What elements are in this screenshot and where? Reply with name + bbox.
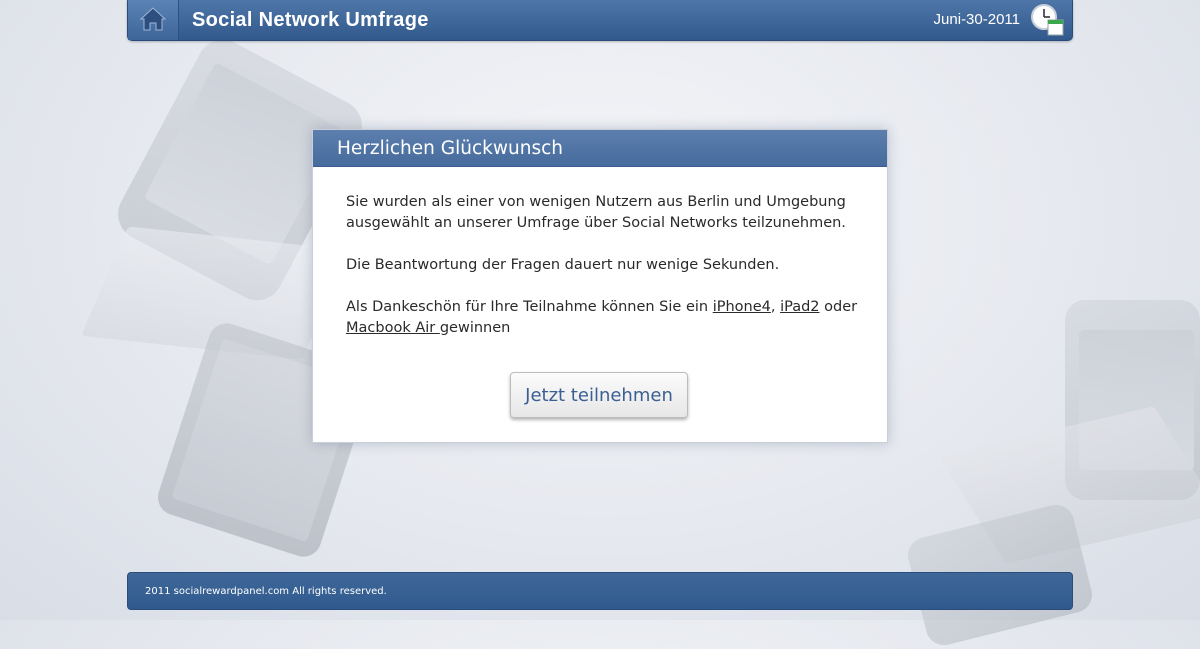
prize-conjunction: oder bbox=[819, 299, 858, 315]
prize-message-prefix: Als Dankeschön für Ihre Teilnahme können… bbox=[346, 299, 713, 315]
clock-calendar-icon bbox=[1031, 4, 1064, 36]
selection-message: Sie wurden als einer von wenigen Nutzern… bbox=[346, 194, 846, 231]
macbook-air-link[interactable]: Macbook Air bbox=[346, 320, 440, 336]
participate-button[interactable]: Jetzt teilnehmen bbox=[510, 372, 688, 418]
header-bar: Social Network Umfrage Juni-30-2011 bbox=[127, 0, 1073, 41]
header-date: Juni-30-2011 bbox=[933, 11, 1020, 28]
page-title: Social Network Umfrage bbox=[192, 9, 429, 31]
copyright-text: 2011 socialrewardpanel.com All rights re… bbox=[145, 586, 387, 597]
dialog-title-bar: Herzlichen Glückwunsch bbox=[313, 130, 887, 167]
footer-bar: 2011 socialrewardpanel.com All rights re… bbox=[127, 572, 1073, 610]
iphone4-link[interactable]: iPhone4 bbox=[713, 299, 771, 315]
prize-message-suffix: gewinnen bbox=[439, 320, 511, 336]
home-button[interactable] bbox=[128, 0, 179, 40]
dialog-title: Herzlichen Glückwunsch bbox=[337, 138, 563, 159]
congratulations-dialog: Herzlichen Glückwunsch Sie wurden als ei… bbox=[312, 129, 888, 443]
dialog-body: Sie wurden als einer von wenigen Nutzern… bbox=[346, 192, 866, 360]
prize-message: Als Dankeschön für Ihre Teilnahme können… bbox=[346, 297, 866, 339]
duration-message: Die Beantwortung der Fragen dauert nur w… bbox=[346, 257, 780, 273]
home-icon bbox=[139, 7, 167, 31]
ipad2-link[interactable]: iPad2 bbox=[780, 299, 819, 315]
prize-separator: , bbox=[770, 299, 781, 315]
